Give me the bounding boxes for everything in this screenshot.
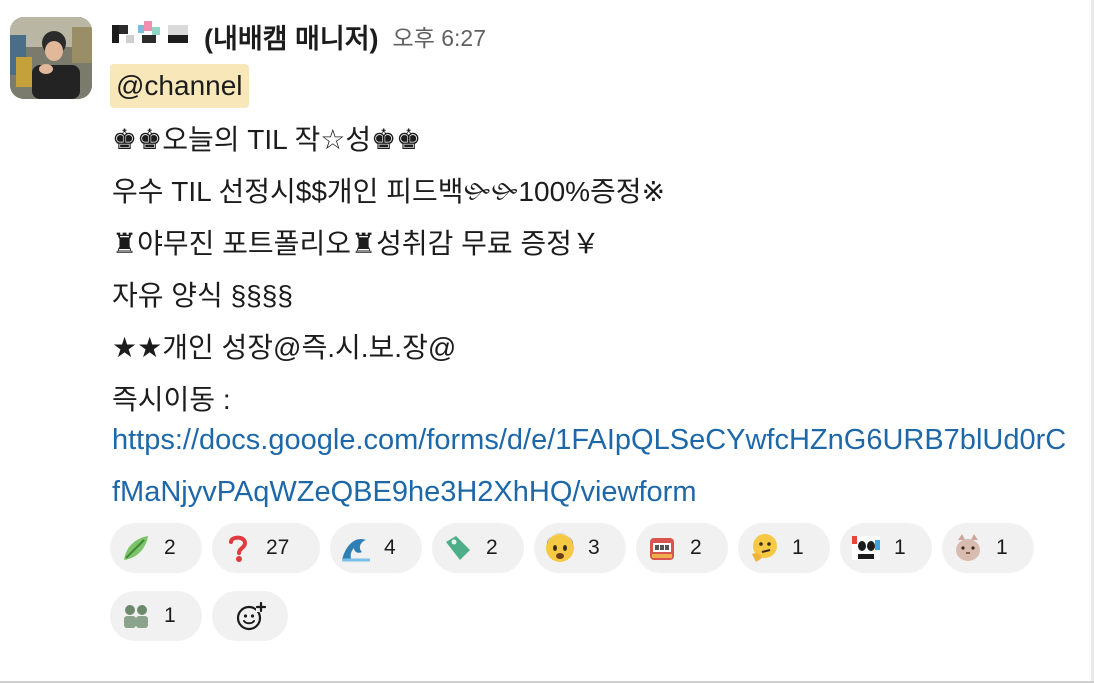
fearful-face-emoji-icon bbox=[544, 532, 576, 564]
reaction-pill[interactable]: 27 bbox=[212, 523, 320, 573]
message-timestamp[interactable]: 오후 6:27 bbox=[393, 19, 486, 53]
reaction-count: 4 bbox=[384, 536, 396, 559]
reaction-pill[interactable]: 3 bbox=[534, 523, 626, 573]
user-avatar[interactable] bbox=[10, 17, 92, 99]
message-line: ♜야무진 포트폴리오♜성취감 무료 증정￥ bbox=[112, 228, 600, 259]
reaction-count: 1 bbox=[894, 536, 906, 559]
message-line: 우수 TIL 선정시$$개인 피드백🙛🙛100%증정※ bbox=[112, 176, 666, 207]
reaction-count: 1 bbox=[996, 536, 1008, 559]
author-name[interactable]: (내배캠 매니저) bbox=[204, 17, 379, 56]
reaction-count: 3 bbox=[588, 536, 600, 559]
wave-emoji-icon bbox=[340, 532, 372, 564]
reaction-pill[interactable]: 1 bbox=[942, 523, 1034, 573]
reaction-count: 2 bbox=[164, 536, 176, 559]
message-line: ♚♚오늘의 TIL 작☆성♚♚ bbox=[112, 124, 422, 155]
reaction-pill[interactable]: 1 bbox=[110, 591, 202, 641]
red-question-mark-emoji-icon bbox=[222, 532, 254, 564]
reaction-pill[interactable]: 2 bbox=[636, 523, 728, 573]
message-line: ★★개인 성장@즉.시.보.장@ bbox=[112, 332, 457, 363]
reaction-pill[interactable]: 2 bbox=[432, 523, 524, 573]
channel-mention[interactable]: @channel bbox=[110, 64, 249, 108]
add-reaction-icon bbox=[234, 600, 267, 632]
message-line: 자유 양식 §§§§ bbox=[112, 280, 293, 311]
green-leaf-emoji-icon bbox=[120, 532, 152, 564]
reaction-pill[interactable]: 1 bbox=[840, 523, 932, 573]
message-body: ♚♚오늘의 TIL 작☆성♚♚ 우수 TIL 선정시$$개인 피드백🙛🙛100%… bbox=[112, 114, 1072, 426]
avatar-photo bbox=[10, 17, 92, 99]
message-header: (내배캠 매니저) 오후 6:27 bbox=[112, 14, 486, 58]
thinking-face-emoji-icon bbox=[748, 532, 780, 564]
reaction-count: 1 bbox=[792, 536, 804, 559]
reaction-pill[interactable]: 1 bbox=[738, 523, 830, 573]
people-emoji-icon bbox=[120, 600, 152, 632]
reaction-pill[interactable]: 4 bbox=[330, 523, 422, 573]
reaction-count: 2 bbox=[486, 536, 498, 559]
slot-machine-emoji-icon bbox=[646, 532, 678, 564]
add-reaction-button[interactable] bbox=[212, 591, 288, 641]
reaction-count: 27 bbox=[266, 536, 290, 559]
redacted-name-pixels bbox=[112, 21, 198, 51]
reaction-count: 1 bbox=[164, 604, 176, 627]
google-form-link[interactable]: https://docs.google.com/forms/d/e/1FAIpQ… bbox=[112, 414, 1072, 518]
panda-emoji-icon bbox=[850, 532, 882, 564]
reaction-count: 2 bbox=[690, 536, 702, 559]
reaction-pill[interactable]: 2 bbox=[110, 523, 202, 573]
green-tag-emoji-icon bbox=[442, 532, 474, 564]
cat-emoji-icon bbox=[952, 532, 984, 564]
